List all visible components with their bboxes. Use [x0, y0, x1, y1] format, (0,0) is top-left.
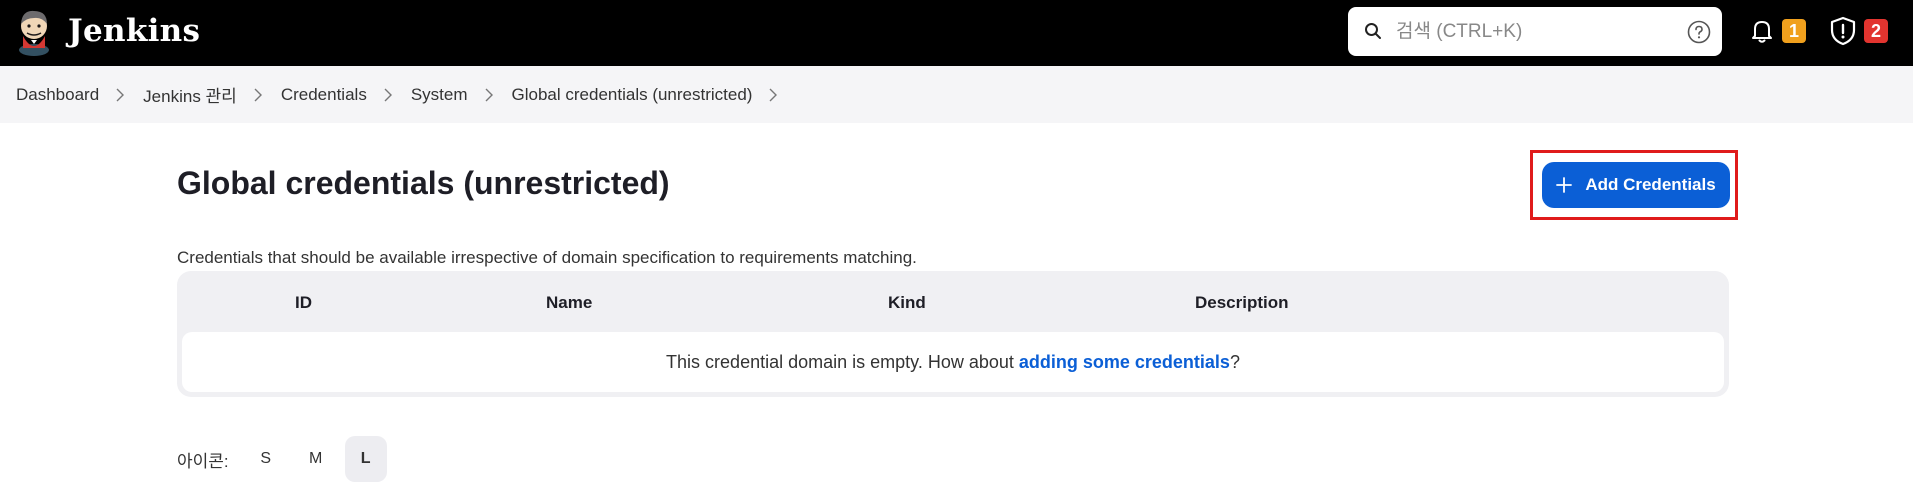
jenkins-home-link[interactable]: Jenkins	[14, 6, 200, 56]
add-credentials-button[interactable]: Add Credentials	[1542, 162, 1730, 208]
breadcrumb-dashboard[interactable]: Dashboard	[16, 85, 99, 105]
column-header-id[interactable]: ID	[295, 293, 312, 313]
brand-name: Jenkins	[68, 13, 201, 49]
bell-icon[interactable]	[1750, 18, 1774, 44]
breadcrumb-bar: Dashboard Jenkins 관리 Credentials System …	[0, 66, 1913, 123]
shield-icon[interactable]	[1829, 16, 1857, 46]
plus-icon	[1556, 177, 1573, 193]
empty-state-text: This credential domain is empty. How abo…	[666, 351, 1019, 372]
chevron-right-icon	[485, 88, 493, 101]
credentials-table: ID Name Kind Description This credential…	[177, 271, 1729, 397]
icon-size-s[interactable]: S	[245, 436, 287, 482]
search-box[interactable]	[1348, 7, 1722, 56]
breadcrumb: Dashboard Jenkins 관리 Credentials System …	[16, 66, 796, 123]
add-credentials-label: Add Credentials	[1585, 175, 1716, 194]
chevron-right-icon[interactable]	[768, 88, 778, 102]
breadcrumb-manage-jenkins[interactable]: Jenkins 관리	[143, 82, 237, 107]
top-header: Jenkins 1 2	[0, 0, 1913, 66]
chevron-right-icon	[384, 88, 392, 101]
icon-size-selector: 아이콘: S M L	[177, 436, 395, 482]
search-icon	[1365, 23, 1381, 39]
icon-size-label: 아이콘:	[177, 451, 229, 471]
column-header-name[interactable]: Name	[546, 293, 592, 313]
icon-size-m[interactable]: M	[295, 436, 337, 482]
breadcrumb-system[interactable]: System	[411, 85, 468, 105]
empty-state-row: This credential domain is empty. How abo…	[182, 332, 1724, 392]
breadcrumb-global-credentials[interactable]: Global credentials (unrestricted)	[512, 85, 753, 105]
search-input[interactable]	[1396, 17, 1666, 47]
security-count-badge[interactable]: 2	[1864, 19, 1888, 43]
jenkins-logo-icon	[19, 10, 49, 56]
empty-state-suffix: ?	[1229, 351, 1240, 372]
page-description: Credentials that should be available irr…	[177, 248, 917, 267]
notification-count-badge[interactable]: 1	[1782, 19, 1806, 43]
page-title: Global credentials (unrestricted)	[177, 165, 670, 201]
chevron-right-icon	[254, 88, 262, 101]
help-icon[interactable]	[1687, 20, 1711, 44]
column-header-kind[interactable]: Kind	[888, 293, 926, 313]
breadcrumb-credentials[interactable]: Credentials	[281, 85, 367, 105]
chevron-right-icon	[116, 88, 125, 101]
icon-size-l[interactable]: L	[344, 436, 387, 482]
column-header-description[interactable]: Description	[1195, 293, 1289, 313]
adding-credentials-link[interactable]: adding some credentials	[1019, 352, 1230, 373]
